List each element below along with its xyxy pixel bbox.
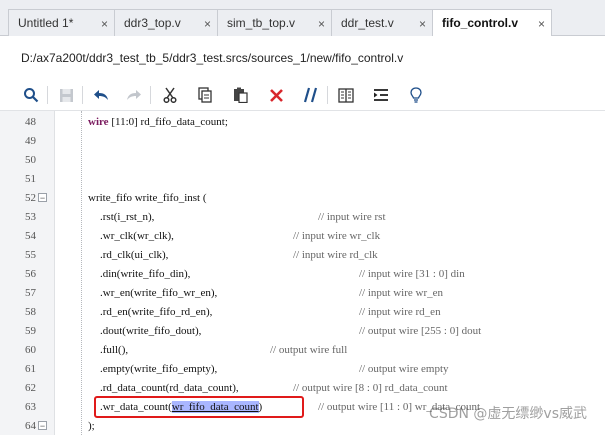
line-number: 51 <box>25 173 36 185</box>
line-number: 58 <box>25 306 36 318</box>
file-path: D:/ax7a200t/ddr3_test_tb_5/ddr3_test.src… <box>21 51 404 65</box>
code-line-57: .wr_en(write_fifo_wr_en), <box>100 287 218 299</box>
line-number: 53 <box>25 211 36 223</box>
code-line-58: .rd_en(write_fifo_rd_en), <box>100 306 213 318</box>
code-comment: // output wire full <box>270 344 348 356</box>
watermark: CSDN @虚无缥缈vs威武 <box>429 406 587 422</box>
lightbulb-icon[interactable] <box>406 85 426 105</box>
code-line-56: .din(write_fifo_din), <box>100 268 191 280</box>
code-comment: // input wire [31 : 0] din <box>359 268 465 280</box>
code-text: [11:0] rd_fifo_data_count; <box>108 116 228 128</box>
code-comment: // output wire [255 : 0] dout <box>359 325 482 337</box>
code-line-62: .rd_data_count(rd_data_count), <box>100 382 239 394</box>
tab-label: ddr3_top.v <box>124 16 181 30</box>
line-number: 61 <box>25 363 36 375</box>
indent-icon[interactable] <box>371 85 391 105</box>
tab-fifo-control[interactable]: fifo_control.v × <box>432 9 552 37</box>
copy-icon[interactable] <box>195 85 215 105</box>
tab-untitled-1[interactable]: Untitled 1* × <box>8 9 115 36</box>
code-editor[interactable]: 48 49 50 51 52 − 53 54 55 56 57 58 59 60… <box>0 110 605 435</box>
delete-icon[interactable] <box>266 85 286 105</box>
code-line-64: ); <box>88 420 95 432</box>
indent-guide <box>81 111 82 435</box>
toolbar-separator <box>82 86 83 104</box>
code-line-55: .rd_clk(ui_clk), <box>100 249 169 261</box>
code-comment: // input wire rd_en <box>359 306 441 318</box>
code-line-48: wire [11:0] rd_fifo_data_count; <box>88 116 228 128</box>
save-icon[interactable] <box>56 85 76 105</box>
tab-label: fifo_control.v <box>442 16 519 30</box>
toolbar-separator <box>150 86 151 104</box>
code-comment: // input wire wr_clk <box>293 230 381 242</box>
code-line-53: .rst(i_rst_n), <box>100 211 155 223</box>
fold-end-icon[interactable]: − <box>38 421 47 431</box>
undo-icon[interactable] <box>91 85 111 105</box>
code-line-52: write_fifo write_fifo_inst ( <box>88 192 207 204</box>
paste-icon[interactable] <box>230 85 250 105</box>
line-number: 55 <box>25 249 36 261</box>
close-icon[interactable]: × <box>204 17 211 31</box>
code-line-54: .wr_clk(wr_clk), <box>100 230 174 242</box>
code-comment: // input wire rd_clk <box>293 249 378 261</box>
tab-label: sim_tb_top.v <box>227 16 296 30</box>
tab-ddr-test[interactable]: ddr_test.v × <box>331 9 433 36</box>
toolbar-separator <box>327 86 328 104</box>
line-number: 48 <box>25 116 36 128</box>
code-comment: // output wire empty <box>359 363 449 375</box>
editor-tab-bar: Untitled 1* × ddr3_top.v × sim_tb_top.v … <box>0 0 605 37</box>
code-line-59: .dout(write_fifo_dout), <box>100 325 202 337</box>
line-number: 60 <box>25 344 36 356</box>
line-number: 57 <box>25 287 36 299</box>
close-icon[interactable]: × <box>538 17 545 31</box>
tab-label: Untitled 1* <box>18 16 74 30</box>
file-path-bar: D:/ax7a200t/ddr3_test_tb_5/ddr3_test.src… <box>0 36 605 79</box>
line-number: 59 <box>25 325 36 337</box>
tab-sim-tb-top[interactable]: sim_tb_top.v × <box>217 9 332 36</box>
comment-icon[interactable] <box>301 85 321 105</box>
toolbar-separator <box>47 86 48 104</box>
code-line-60: .full(), <box>100 344 129 356</box>
columns-icon[interactable] <box>336 85 356 105</box>
line-number: 63 <box>25 401 36 413</box>
code-line-61: .empty(write_fifo_empty), <box>100 363 218 375</box>
line-number: 64 <box>25 420 36 432</box>
redo-icon[interactable] <box>124 85 144 105</box>
annotation-highlight-box <box>94 396 304 418</box>
tab-label: ddr_test.v <box>341 16 394 30</box>
fold-collapse-icon[interactable]: − <box>38 193 47 203</box>
code-comment: // input wire wr_en <box>359 287 444 299</box>
line-number: 54 <box>25 230 36 242</box>
line-number: 62 <box>25 382 36 394</box>
line-number: 49 <box>25 135 36 147</box>
close-icon[interactable]: × <box>419 17 426 31</box>
editor-toolbar <box>0 80 605 110</box>
search-icon[interactable] <box>21 85 41 105</box>
close-icon[interactable]: × <box>318 17 325 31</box>
keyword-wire: wire <box>88 116 109 128</box>
line-number: 50 <box>25 154 36 166</box>
tab-ddr3-top[interactable]: ddr3_top.v × <box>114 9 218 36</box>
line-number: 56 <box>25 268 36 280</box>
code-comment: // output wire [8 : 0] rd_data_count <box>293 382 448 394</box>
line-number: 52 <box>25 192 36 204</box>
cut-icon[interactable] <box>160 85 180 105</box>
close-icon[interactable]: × <box>101 17 108 31</box>
code-comment: // input wire rst <box>318 211 386 223</box>
